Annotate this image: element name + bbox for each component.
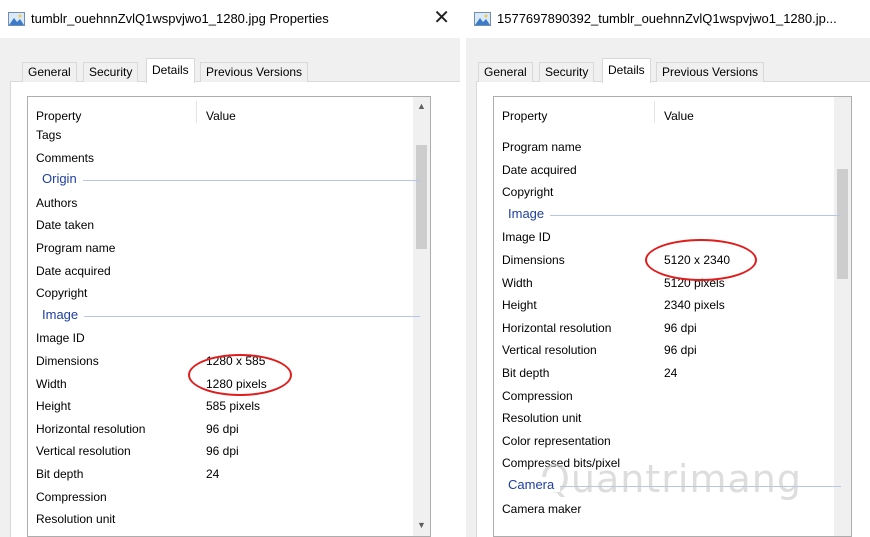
- property-label[interactable]: Vertical resolution: [502, 341, 597, 359]
- group-line: [508, 214, 841, 216]
- property-label[interactable]: Date acquired: [502, 161, 577, 179]
- list-header: Property Value: [28, 97, 430, 123]
- tab-security[interactable]: Security: [539, 62, 595, 82]
- property-label[interactable]: Horizontal resolution: [36, 420, 145, 438]
- property-label[interactable]: Height: [36, 397, 71, 415]
- column-divider[interactable]: [654, 101, 655, 123]
- property-label[interactable]: Dimensions: [36, 352, 99, 370]
- tab-security[interactable]: Security: [83, 62, 139, 82]
- image-file-icon: [8, 12, 25, 26]
- scrollbar-thumb[interactable]: [416, 145, 427, 249]
- scroll-down-arrow-icon[interactable]: ▼: [413, 520, 430, 530]
- tab-details[interactable]: Details: [602, 58, 651, 83]
- left-properties-dialog: tumblr_ouehnnZvlQ1wspvjwo1_1280.jpg Prop…: [0, 0, 460, 537]
- property-label[interactable]: Compression: [36, 488, 107, 506]
- group-line: [42, 315, 420, 317]
- property-value[interactable]: 585 pixels: [206, 397, 260, 415]
- property-label[interactable]: Image ID: [502, 228, 551, 246]
- group-line: [42, 180, 420, 182]
- details-list[interactable]: Property Value ▲ ▼ Tags Comments Origin Aut…: [27, 96, 431, 537]
- annotation-circle-left: [188, 354, 292, 396]
- group-header: Image: [42, 306, 420, 325]
- title-bar[interactable]: tumblr_ouehnnZvlQ1wspvjwo1_1280.jpg Prop…: [0, 0, 460, 38]
- column-divider[interactable]: [196, 101, 197, 123]
- property-label[interactable]: Width: [502, 274, 533, 292]
- window-title: tumblr_ouehnnZvlQ1wspvjwo1_1280.jpg Prop…: [31, 11, 329, 26]
- property-label[interactable]: Comments: [36, 149, 94, 167]
- property-label[interactable]: Program name: [36, 239, 115, 257]
- scrollbar-thumb[interactable]: [837, 169, 848, 279]
- property-label[interactable]: Bit depth: [502, 364, 549, 382]
- group-label: Camera: [508, 477, 561, 492]
- property-label[interactable]: Image ID: [36, 329, 85, 347]
- property-value[interactable]: 24: [206, 465, 219, 483]
- group-label: Image: [508, 205, 551, 221]
- tab-previous-versions[interactable]: Previous Versions: [200, 62, 309, 82]
- property-value[interactable]: 96 dpi: [206, 420, 239, 438]
- header-value[interactable]: Value: [664, 109, 694, 123]
- property-value[interactable]: 96 dpi: [664, 341, 697, 359]
- property-label[interactable]: Color representation: [502, 432, 611, 450]
- property-label[interactable]: Copyright: [502, 183, 553, 201]
- header-property[interactable]: Property: [36, 109, 81, 123]
- annotation-circle-right: [645, 239, 757, 281]
- property-value[interactable]: 24: [664, 364, 677, 382]
- property-label[interactable]: Dimensions: [502, 251, 565, 269]
- group-header: Image: [508, 205, 841, 224]
- window-title: 1577697890392_tumblr_ouehnnZvlQ1wspvjwo1…: [497, 11, 837, 26]
- property-label[interactable]: Resolution unit: [36, 510, 115, 528]
- tab-general[interactable]: General: [478, 62, 533, 82]
- group-label: Origin: [42, 171, 83, 187]
- property-label[interactable]: Horizontal resolution: [502, 319, 611, 337]
- property-label[interactable]: Program name: [502, 138, 581, 156]
- property-value[interactable]: 96 dpi: [664, 319, 697, 337]
- property-label[interactable]: Bit depth: [36, 465, 83, 483]
- vertical-scrollbar[interactable]: [834, 97, 851, 536]
- group-label: Image: [42, 306, 85, 322]
- property-label[interactable]: Compression: [502, 387, 573, 405]
- watermark: Quantrimang: [540, 457, 802, 501]
- tab-general[interactable]: General: [22, 62, 77, 82]
- property-value[interactable]: 96 dpi: [206, 442, 239, 460]
- tab-details[interactable]: Details: [146, 58, 195, 83]
- list-header: Property Value: [494, 97, 851, 123]
- property-label[interactable]: Vertical resolution: [36, 442, 131, 460]
- property-label[interactable]: Date acquired: [36, 262, 111, 280]
- title-bar[interactable]: 1577697890392_tumblr_ouehnnZvlQ1wspvjwo1…: [466, 0, 870, 38]
- property-label[interactable]: Copyright: [36, 284, 87, 302]
- property-value[interactable]: 2340 pixels: [664, 296, 725, 314]
- image-file-icon: [474, 12, 491, 26]
- property-label[interactable]: Date taken: [36, 216, 94, 234]
- scroll-up-arrow-icon[interactable]: ▲: [413, 101, 430, 111]
- close-button[interactable]: ✕: [433, 5, 450, 31]
- property-label[interactable]: Resolution unit: [502, 409, 581, 427]
- property-label[interactable]: Width: [36, 375, 67, 393]
- group-header: Origin: [42, 171, 420, 189]
- property-label[interactable]: Tags: [36, 126, 61, 144]
- property-label[interactable]: Authors: [36, 194, 77, 212]
- property-label[interactable]: Height: [502, 296, 537, 314]
- tab-previous-versions[interactable]: Previous Versions: [656, 62, 765, 82]
- header-property[interactable]: Property: [502, 109, 547, 123]
- property-label[interactable]: Camera maker: [502, 500, 581, 518]
- header-value[interactable]: Value: [206, 109, 236, 123]
